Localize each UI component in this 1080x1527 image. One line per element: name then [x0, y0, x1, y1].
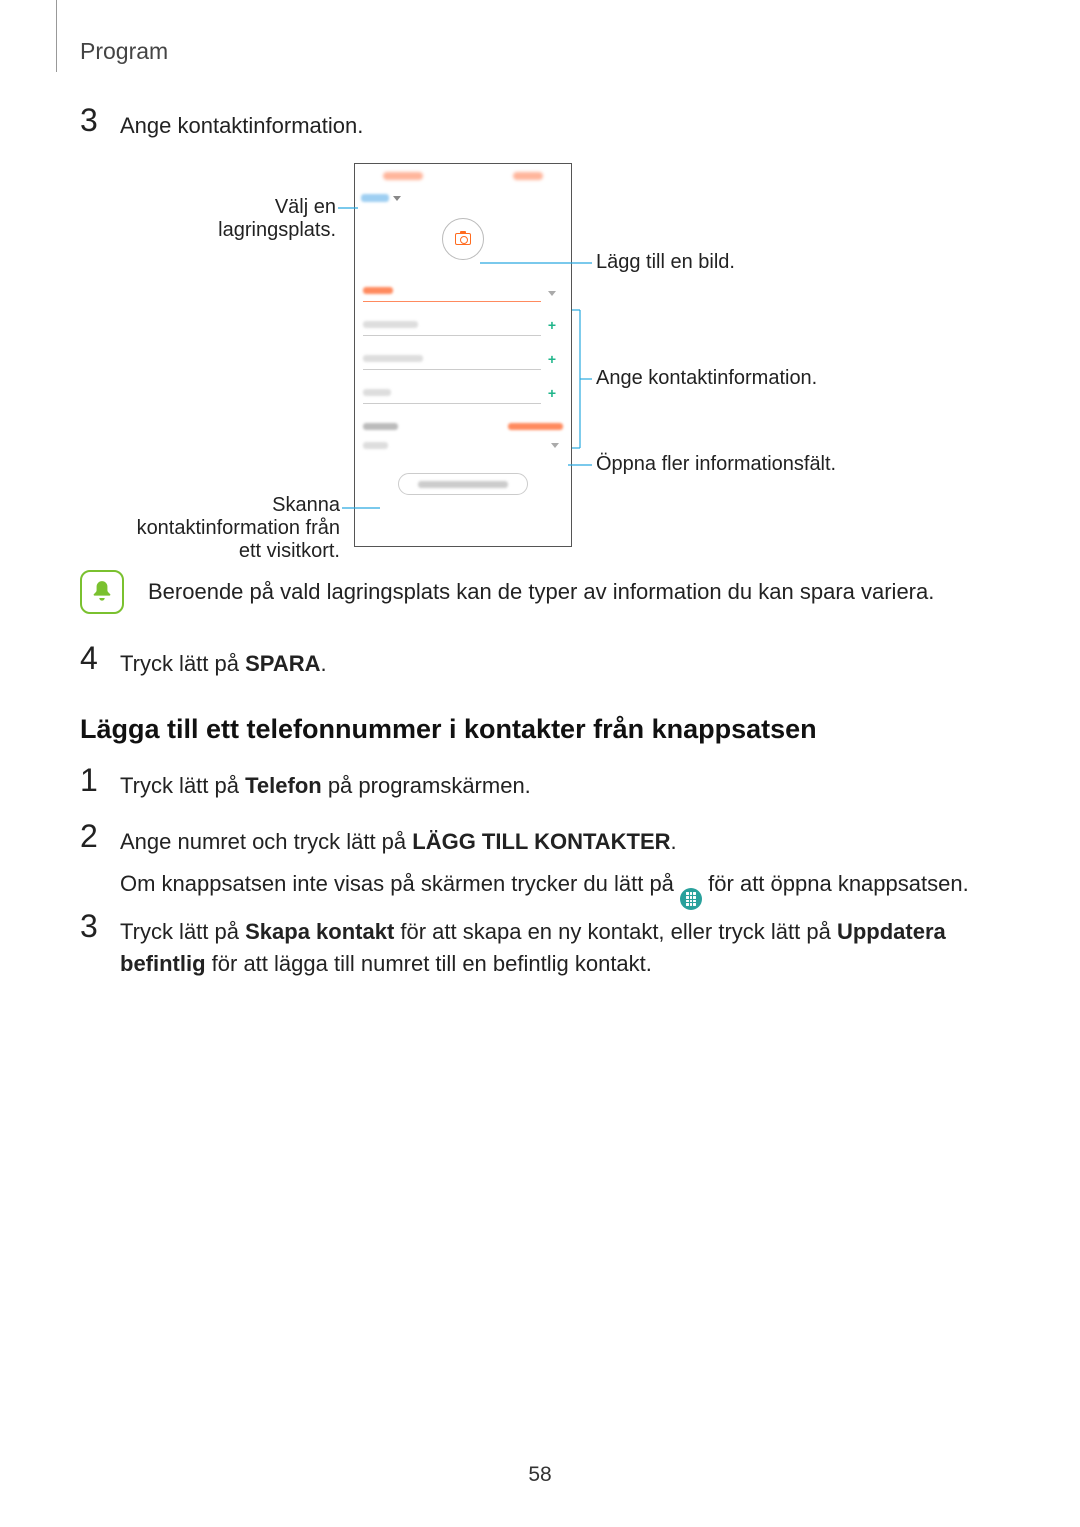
phone-mockup: + + +: [354, 163, 572, 547]
callout-info: Ange kontaktinformation.: [596, 367, 817, 390]
plus-icon: +: [541, 351, 563, 367]
keypad-step-1: 1 Tryck lätt på Telefon på programskärme…: [80, 764, 531, 802]
plus-icon: +: [541, 317, 563, 333]
chevron-down-icon: [551, 443, 559, 448]
step-text: Ange numret och tryck lätt på LÄGG TILL …: [120, 820, 969, 910]
callout-scan: Skanna kontaktinformation från ett visit…: [130, 494, 340, 563]
keypad-step-3: 3 Tryck lätt på Skapa kontakt för att sk…: [80, 910, 1000, 980]
more-row: [355, 436, 571, 449]
callout-more: Öppna fler informationsfält.: [596, 453, 836, 476]
plus-icon: +: [541, 385, 563, 401]
organisation-field: +: [355, 308, 571, 342]
groups-row: [355, 410, 571, 436]
cancel-button-blur: [383, 172, 423, 180]
subheading: Lägga till ett telefonnummer i kontakter…: [80, 714, 817, 745]
chevron-down-icon: [548, 291, 556, 296]
save-button-blur: [513, 172, 543, 180]
step-text: Tryck lätt på Telefon på programskärmen.: [120, 764, 531, 802]
chevron-down-icon: [393, 196, 401, 201]
note-icon: [80, 570, 124, 614]
keypad-step-2: 2 Ange numret och tryck lätt på LÄGG TIL…: [80, 820, 969, 910]
step-number: 1: [80, 764, 120, 796]
page-number: 58: [0, 1463, 1080, 1487]
step-number: 3: [80, 104, 120, 136]
step-number: 2: [80, 820, 120, 852]
step-number: 4: [80, 642, 120, 674]
step-text: Tryck lätt på SPARA.: [120, 642, 327, 680]
step-text: Tryck lätt på Skapa kontakt för att skap…: [120, 910, 1000, 980]
callout-storage: Välj en lagringsplats.: [196, 196, 336, 242]
contact-avatar: [442, 218, 484, 260]
bell-icon: [89, 579, 115, 605]
step-number: 3: [80, 910, 120, 942]
storage-label-blur: [361, 194, 389, 202]
header-rule: [56, 0, 57, 72]
note-box: Beroende på vald lagringsplats kan de ty…: [80, 570, 934, 614]
email-field: +: [355, 376, 571, 410]
step-4: 4 Tryck lätt på SPARA.: [80, 642, 327, 680]
scan-card-button: [398, 473, 528, 495]
callout-image: Lägg till en bild.: [596, 251, 735, 274]
camera-icon: [455, 233, 471, 245]
note-text: Beroende på vald lagringsplats kan de ty…: [148, 579, 934, 605]
storage-selector: [355, 188, 571, 208]
name-field: [355, 274, 571, 308]
section-header: Program: [80, 38, 168, 65]
phone-field: +: [355, 342, 571, 376]
step-text: Ange kontaktinformation.: [120, 104, 363, 142]
keypad-icon: [680, 888, 702, 910]
step-3: 3 Ange kontaktinformation.: [80, 104, 363, 142]
